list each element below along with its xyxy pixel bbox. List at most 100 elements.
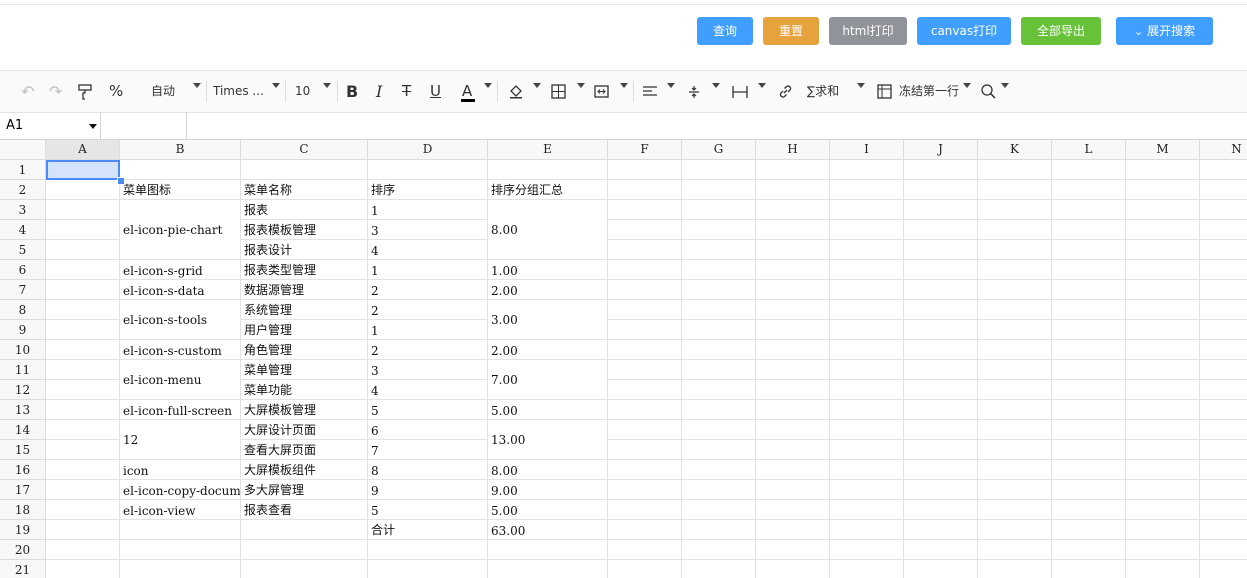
sheet-cell[interactable] [904, 200, 978, 220]
sheet-cell[interactable] [1200, 180, 1247, 200]
sheet-cell[interactable]: 7 [368, 440, 488, 460]
sheet-cell[interactable]: el-icon-s-grid [120, 260, 241, 280]
sheet-cell[interactable]: 63.00 [488, 520, 608, 540]
sheet-cell[interactable] [608, 400, 682, 420]
sheet-cell[interactable] [1052, 500, 1126, 520]
sheet-cell[interactable] [978, 560, 1052, 578]
sheet-cell[interactable] [1126, 500, 1200, 520]
row-header[interactable]: 1 [0, 160, 46, 180]
column-header[interactable]: K [978, 140, 1052, 160]
sheet-cell[interactable]: 报表查看 [241, 500, 368, 520]
sheet-cell[interactable] [608, 260, 682, 280]
undo-icon[interactable]: ↶ [21, 71, 34, 112]
sheet-cell[interactable]: 大屏模板组件 [241, 460, 368, 480]
sheet-cell[interactable] [756, 320, 830, 340]
sheet-cell[interactable] [1126, 460, 1200, 480]
sheet-cell[interactable] [830, 420, 904, 440]
sheet-cell[interactable] [1126, 320, 1200, 340]
sheet-cell[interactable] [46, 480, 120, 500]
column-header[interactable]: M [1126, 140, 1200, 160]
column-header[interactable]: B [120, 140, 241, 160]
row-header[interactable]: 9 [0, 320, 46, 340]
sheet-cell[interactable] [756, 180, 830, 200]
sheet-cell[interactable] [904, 180, 978, 200]
sheet-cell[interactable] [682, 200, 756, 220]
sheet-cell[interactable] [1052, 300, 1126, 320]
sheet-cell[interactable]: 5 [368, 500, 488, 520]
row-header[interactable]: 8 [0, 300, 46, 320]
sheet-cell[interactable] [608, 500, 682, 520]
cell-name-box[interactable]: A1 [0, 112, 101, 139]
sheet-cell[interactable] [830, 400, 904, 420]
sheet-cell[interactable]: 排序分组汇总 [488, 180, 608, 200]
sheet-cell[interactable] [1052, 220, 1126, 240]
sheet-cell[interactable] [241, 520, 368, 540]
sheet-cell[interactable] [978, 380, 1052, 400]
sheet-cell[interactable]: 3 [368, 360, 488, 380]
sheet-cell[interactable]: 9.00 [488, 480, 608, 500]
sheet-cell[interactable] [830, 500, 904, 520]
sheet-cell[interactable]: 菜单功能 [241, 380, 368, 400]
sheet-cell[interactable]: 报表设计 [241, 240, 368, 260]
merge-caret-icon[interactable] [620, 83, 628, 88]
sheet-cell[interactable] [904, 360, 978, 380]
sheet-cell[interactable] [682, 500, 756, 520]
percent-button[interactable]: % [109, 71, 123, 112]
sheet-cell[interactable]: 12 [120, 420, 241, 460]
query-button[interactable]: 查询 [697, 17, 753, 45]
sheet-cell[interactable] [682, 240, 756, 260]
column-header[interactable]: F [608, 140, 682, 160]
sheet-cell[interactable] [1200, 400, 1247, 420]
spreadsheet-grid[interactable]: A B C D E F G H I J K L M N 1 2 3 4 5 6 7 8 9 10 11 12 13 14 15 16 17 1… [0, 140, 1247, 578]
sheet-cell[interactable] [756, 460, 830, 480]
bold-button[interactable]: B [346, 71, 358, 112]
sheet-cell[interactable] [1126, 380, 1200, 400]
sheet-cell[interactable] [978, 240, 1052, 260]
sheet-cell[interactable] [1052, 460, 1126, 480]
sheet-cell[interactable] [756, 220, 830, 240]
sheet-cell[interactable] [682, 540, 756, 560]
sheet-cell[interactable]: 1.00 [488, 260, 608, 280]
fill-color-caret-icon[interactable] [533, 83, 541, 88]
sheet-cell[interactable] [46, 180, 120, 200]
strikethrough-button[interactable]: T [402, 71, 411, 112]
sheet-cell[interactable] [608, 460, 682, 480]
sheet-cell[interactable] [1200, 540, 1247, 560]
sheet-cell[interactable] [830, 340, 904, 360]
sheet-cell[interactable] [830, 520, 904, 540]
sheet-cell[interactable] [1126, 520, 1200, 540]
sheet-cell[interactable] [682, 300, 756, 320]
sheet-cell[interactable] [1052, 420, 1126, 440]
sheet-cell[interactable] [608, 560, 682, 578]
sheet-cell[interactable] [1200, 440, 1247, 460]
sheet-cell[interactable] [830, 440, 904, 460]
sheet-cell[interactable] [1200, 160, 1247, 180]
text-color-caret-icon[interactable] [484, 83, 492, 88]
sheet-cell[interactable] [1052, 200, 1126, 220]
freeze-caret-icon[interactable] [963, 83, 971, 88]
sheet-cell[interactable] [488, 560, 608, 578]
sheet-cell[interactable] [682, 160, 756, 180]
sheet-cell[interactable] [608, 320, 682, 340]
sheet-cell[interactable] [1126, 180, 1200, 200]
expand-search-button[interactable]: ⌄ 展开搜索 [1116, 17, 1213, 45]
text-wrap-icon[interactable] [732, 71, 748, 112]
sheet-cell[interactable] [1200, 380, 1247, 400]
sheet-cell[interactable] [1200, 500, 1247, 520]
sheet-cell[interactable] [1126, 220, 1200, 240]
text-wrap-caret-icon[interactable] [758, 83, 766, 88]
sheet-cell[interactable] [46, 500, 120, 520]
sheet-cell[interactable] [978, 280, 1052, 300]
sheet-cell[interactable] [904, 300, 978, 320]
sheet-cell[interactable] [756, 500, 830, 520]
cell-ref-caret-icon[interactable] [89, 124, 97, 129]
export-all-button[interactable]: 全部导出 [1021, 17, 1101, 45]
font-size-caret-icon[interactable] [323, 83, 331, 88]
sheet-cell[interactable]: 大屏设计页面 [241, 420, 368, 440]
sheet-cell[interactable] [904, 440, 978, 460]
sheet-cell[interactable] [904, 240, 978, 260]
sheet-cell[interactable] [978, 460, 1052, 480]
sheet-cell[interactable] [1126, 200, 1200, 220]
sheet-cell[interactable] [608, 180, 682, 200]
sheet-cell[interactable] [978, 520, 1052, 540]
